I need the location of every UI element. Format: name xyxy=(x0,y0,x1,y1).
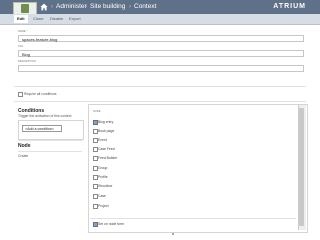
tab-export[interactable]: Export xyxy=(66,15,84,23)
require-all-checkbox[interactable] xyxy=(18,92,23,97)
breadcrumb-separator: › xyxy=(51,3,54,10)
tab-edit[interactable]: Edit xyxy=(14,15,28,23)
add-condition-select[interactable]: <Add a condition> xyxy=(22,125,62,132)
option-label: Case xyxy=(98,194,106,198)
tab-disable[interactable]: Disable xyxy=(47,15,66,23)
node-panel-title: Node xyxy=(93,110,101,113)
tag-label: Tag xyxy=(18,45,24,48)
divider xyxy=(14,101,306,102)
node-options-panel xyxy=(88,104,308,233)
resize-grip-icon[interactable] xyxy=(172,233,174,235)
home-icon[interactable] xyxy=(40,3,48,11)
node-item-create[interactable]: Create xyxy=(18,154,28,158)
breadcrumb-context: Context xyxy=(134,3,157,10)
option-label: Blog entry xyxy=(98,120,114,124)
require-all-label: Require all conditions xyxy=(24,92,57,96)
conditions-subtitle: Trigger the activation of this context xyxy=(18,114,72,118)
name-label: Name * xyxy=(18,30,28,33)
tag-field[interactable]: Blog xyxy=(18,50,304,57)
option-label: Profile xyxy=(98,175,108,179)
option-label: Group xyxy=(98,166,108,170)
tab-clone[interactable]: Clone xyxy=(30,15,46,23)
option-label: Feed Builder xyxy=(98,156,118,160)
option-label: Event xyxy=(98,138,107,142)
breadcrumb-site-building[interactable]: Site building xyxy=(90,2,125,12)
description-label: Description xyxy=(18,60,36,63)
divider xyxy=(18,140,82,141)
breadcrumb-administer[interactable]: Administer xyxy=(56,2,87,12)
breadcrumb-separator: › xyxy=(85,3,88,10)
top-header-bar xyxy=(0,0,320,14)
node-form-label: Set on node form xyxy=(98,222,125,226)
description-field[interactable] xyxy=(18,65,304,72)
breadcrumb-separator: › xyxy=(129,3,132,10)
option-label: Shoutbox xyxy=(98,184,113,188)
brand-logo[interactable]: ATRIUM xyxy=(273,2,306,12)
scrollbar-thumb[interactable] xyxy=(299,108,304,226)
divider xyxy=(18,151,82,152)
divider xyxy=(90,218,296,219)
avatar xyxy=(21,4,29,13)
option-label: Book page xyxy=(98,129,115,133)
option-label: Project xyxy=(98,204,109,208)
name-field[interactable]: spaces-feature-blog xyxy=(18,35,304,42)
option-label: Case Feed xyxy=(98,147,115,151)
divider xyxy=(14,86,306,87)
node-heading: Node xyxy=(18,143,31,149)
